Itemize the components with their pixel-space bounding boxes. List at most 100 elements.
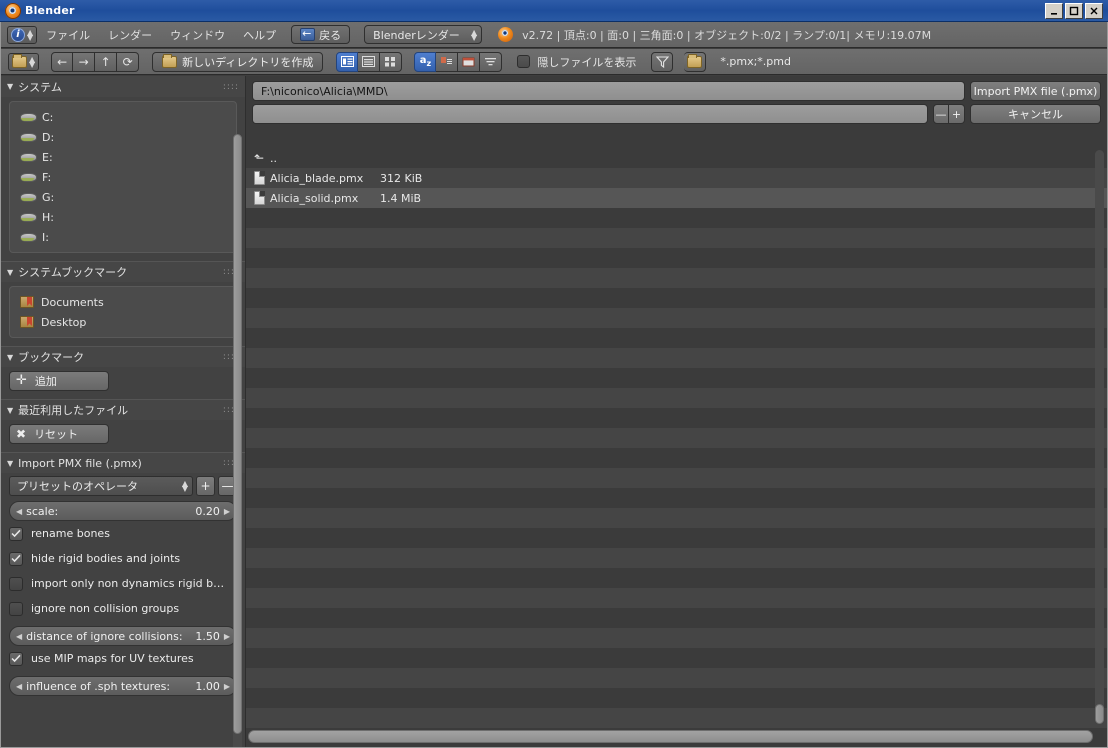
panel-title: Import PMX file (.pmx) [18, 456, 142, 470]
sort-time-icon[interactable] [458, 51, 481, 72]
chevron-down-icon: ▼ [7, 267, 14, 277]
file-list-vertical-scrollbar[interactable] [1095, 150, 1104, 724]
show-hidden-checkbox[interactable] [517, 55, 531, 68]
parent-directory-row[interactable]: ⬑ .. [246, 148, 1107, 168]
table-row-empty [246, 268, 1107, 288]
nav-up-button[interactable]: ↑ [95, 51, 118, 72]
sort-size-icon[interactable] [480, 51, 503, 72]
list-item[interactable]: Documents [14, 292, 232, 312]
disk-icon [20, 192, 37, 202]
table-row-empty [246, 628, 1107, 648]
drive-label: I: [42, 230, 49, 244]
panel-body-import-pmx: プリセットのオペレータ ▲ ▼ + — ◀ scale: 0.20 ▶ rena… [1, 473, 245, 704]
sort-extension-icon[interactable] [436, 51, 459, 72]
nav-refresh-button[interactable]: ⟳ [117, 51, 140, 72]
file-size: 312 KiB [380, 171, 423, 185]
table-row[interactable]: Alicia_solid.pmx 1.4 MiB [246, 188, 1107, 208]
field-scale[interactable]: ◀ scale: 0.20 ▶ [9, 501, 237, 521]
panel-header-recent-files[interactable]: ▼ 最近利用したファイル :::: [1, 399, 245, 420]
disk-icon [20, 172, 37, 182]
filter-funnel-icon[interactable] [651, 51, 674, 72]
display-mode-buttons [336, 51, 403, 72]
panel-header-bookmarks[interactable]: ▼ ブックマーク :::: [1, 346, 245, 367]
table-row-empty [246, 208, 1107, 228]
filter-pattern-field[interactable]: *.pmx;*.pmd [720, 55, 791, 68]
menu-help[interactable]: ヘルプ [234, 25, 285, 45]
file-list-vertical-scrollbar-thumb[interactable] [1095, 704, 1104, 724]
panel-title: システム [18, 80, 62, 94]
filename-input[interactable] [252, 104, 928, 124]
maximize-icon[interactable] [1065, 2, 1083, 19]
file-name: Alicia_solid.pmx [270, 191, 359, 205]
menu-window[interactable]: ウィンドウ [161, 25, 234, 45]
list-item[interactable]: G: [14, 187, 232, 207]
display-mode-detail-list[interactable] [358, 51, 381, 72]
window-title: Blender [25, 4, 75, 17]
field-import-non-dynamics[interactable]: import only non dynamics rigid b… [9, 571, 237, 596]
drive-label: D: [42, 130, 55, 144]
field-use-mip-maps[interactable]: use MIP maps for UV textures [9, 646, 237, 671]
decrement-button[interactable]: — [933, 104, 949, 124]
panel-title: システムブックマーク [18, 266, 128, 279]
file-document-icon [254, 191, 265, 205]
sidebar-scrollbar-thumb[interactable] [233, 134, 242, 734]
increment-button[interactable]: + [949, 104, 965, 124]
cancel-button[interactable]: キャンセル [970, 104, 1101, 124]
field-value: 1.50 [195, 629, 220, 643]
drive-label: E: [42, 150, 53, 164]
field-distance-ignore-collisions[interactable]: ◀ distance of ignore collisions: 1.50 ▶ [9, 626, 237, 646]
field-influence-sph-textures[interactable]: ◀ influence of .sph textures: 1.00 ▶ [9, 676, 237, 696]
checkbox-unchecked-icon [9, 576, 23, 591]
field-rename-bones[interactable]: rename bones [9, 521, 237, 546]
menu-file[interactable]: ファイル [37, 25, 99, 45]
file-browser-editor-icon [12, 53, 27, 68]
list-item[interactable]: C: [14, 107, 232, 127]
folder-filter-icon[interactable] [684, 51, 707, 72]
editor-type-selector[interactable]: i ▲ ▼ [7, 25, 38, 44]
back-button[interactable]: 戻る [291, 25, 351, 44]
scrollbar-track [248, 730, 1093, 743]
disk-icon [20, 152, 37, 162]
operator-preset-dropdown[interactable]: プリセットのオペレータ ▲ ▼ [9, 476, 193, 496]
menu-render[interactable]: レンダー [99, 25, 161, 45]
preset-add-button[interactable]: + [196, 476, 215, 496]
table-row-empty [246, 368, 1107, 388]
close-icon[interactable] [1085, 2, 1103, 19]
file-list-horizontal-scrollbar-thumb[interactable] [248, 730, 1093, 743]
field-value: 0.20 [195, 504, 220, 518]
nav-back-button[interactable]: ← [51, 51, 74, 72]
panel-header-import-pmx[interactable]: ▼ Import PMX file (.pmx) :::: [1, 452, 245, 473]
display-mode-short-list[interactable] [336, 51, 359, 72]
add-bookmark-button[interactable]: ✛ 追加 [9, 371, 109, 391]
list-item[interactable]: E: [14, 147, 232, 167]
confirm-import-button[interactable]: Import PMX file (.pmx) [970, 81, 1101, 101]
field-hide-rigid-bodies[interactable]: hide rigid bodies and joints [9, 546, 237, 571]
create-directory-button[interactable]: 新しいディレクトリを作成 [152, 51, 324, 72]
list-item[interactable]: I: [14, 227, 232, 247]
field-label: scale: [26, 504, 59, 518]
file-browser-editor-selector[interactable]: ▲ ▼ [8, 52, 40, 71]
reset-recent-button[interactable]: ✖ リセット [9, 424, 109, 444]
table-row-empty [246, 588, 1107, 608]
reset-recent-label: リセット [34, 428, 79, 441]
list-item[interactable]: Desktop [14, 312, 232, 332]
list-item[interactable]: H: [14, 207, 232, 227]
directory-path-input[interactable]: F:\niconico\Alicia\MMD\ [252, 81, 965, 101]
render-engine-selector[interactable]: Blenderレンダー ▲ ▼ [364, 25, 483, 44]
file-list-horizontal-scrollbar[interactable] [248, 730, 1093, 743]
panel-header-system[interactable]: ▼ システム :::: [1, 76, 245, 97]
arrow-up-icon: ⬑ [254, 150, 265, 165]
table-row[interactable]: Alicia_blade.pmx 312 KiB [246, 168, 1107, 188]
list-item[interactable]: D: [14, 127, 232, 147]
arrow-right-icon: ▶ [223, 631, 230, 641]
field-ignore-non-collision-groups[interactable]: ignore non collision groups [9, 596, 237, 621]
minimize-icon[interactable] [1045, 2, 1063, 19]
list-item[interactable]: F: [14, 167, 232, 187]
panel-header-system-bookmarks[interactable]: ▼ システムブックマーク :::: [1, 261, 245, 282]
minus-icon: — [221, 479, 234, 493]
sidebar-scrollbar[interactable] [233, 134, 242, 747]
nav-forward-button[interactable]: → [73, 51, 96, 72]
display-mode-thumbnail[interactable] [380, 51, 403, 72]
operator-preset-row: プリセットのオペレータ ▲ ▼ + — [9, 476, 237, 496]
sort-alphabetical-icon[interactable]: az [414, 51, 437, 72]
